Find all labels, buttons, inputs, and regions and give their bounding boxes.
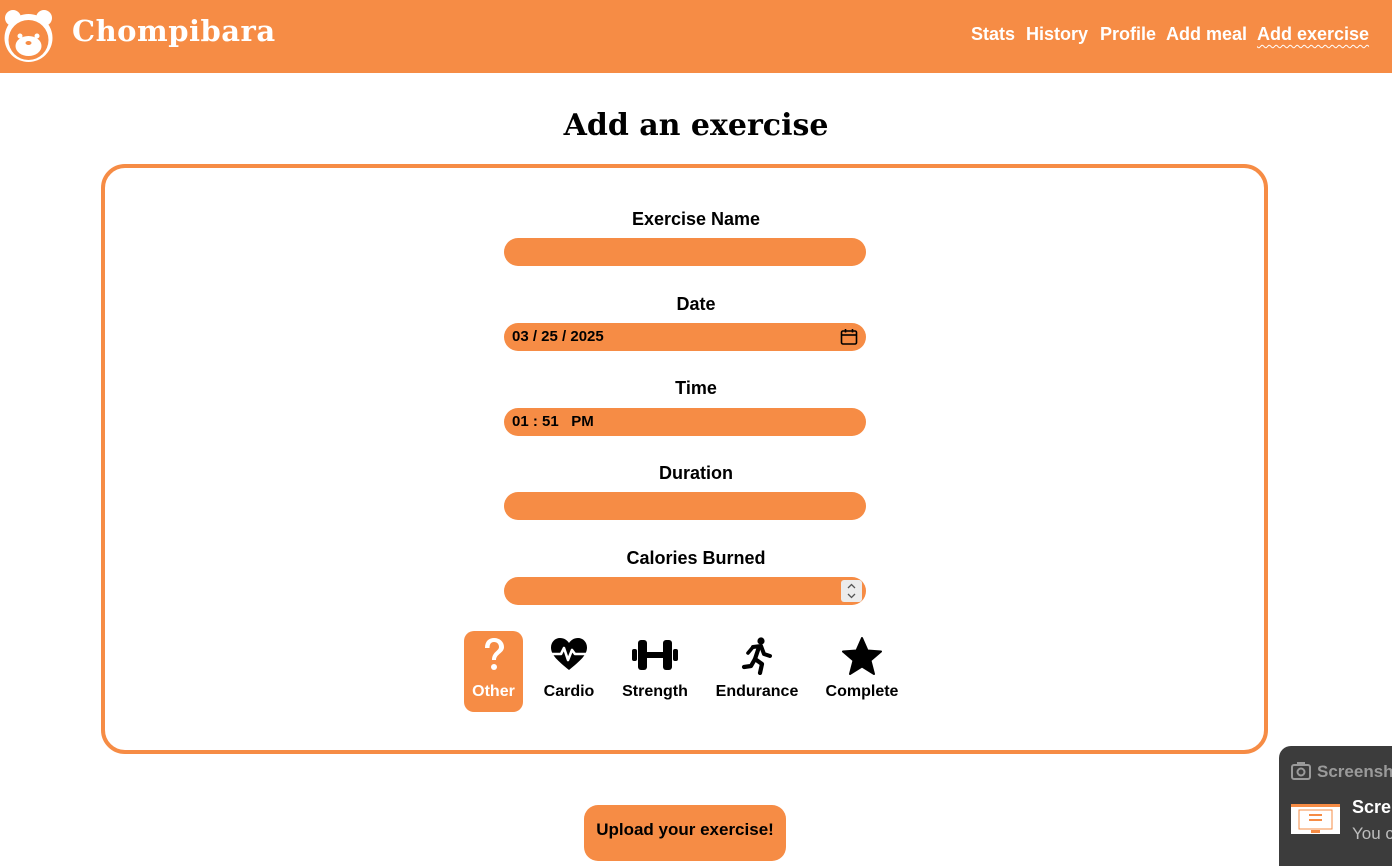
screenshot-thumbnail[interactable] — [1291, 804, 1340, 834]
running-person-icon — [741, 637, 772, 675]
calories-burned-label: Calories Burned — [626, 548, 766, 568]
toast-title: Scre — [1352, 797, 1392, 817]
star-icon — [842, 637, 882, 675]
page-title: Add an exercise — [563, 108, 829, 143]
category-label: Complete — [825, 683, 899, 700]
time-input[interactable]: 01 : 51 PM — [504, 408, 866, 436]
calories-burned-input[interactable] — [504, 577, 866, 605]
category-label: Strength — [622, 683, 688, 700]
nav-link-stats[interactable]: Stats — [971, 24, 1015, 45]
duration-input[interactable] — [504, 492, 866, 520]
screenshot-icon — [1291, 762, 1311, 780]
category-complete[interactable]: Complete — [821, 631, 903, 712]
upload-exercise-label: Upload your exercise! — [596, 820, 774, 839]
nav-link-history[interactable]: History — [1026, 24, 1088, 45]
capybara-logo-icon[interactable] — [0, 8, 57, 62]
brand-name[interactable]: Chompibara — [72, 14, 276, 48]
toast-header: Screensh — [1291, 762, 1392, 782]
screenshot-notification[interactable]: Screensh Scre You c — [1279, 746, 1392, 866]
category-label: Endurance — [715, 683, 799, 700]
dumbbell-icon — [632, 640, 678, 670]
question-mark-icon — [484, 638, 504, 670]
category-label: Cardio — [543, 683, 595, 700]
nav-link-profile[interactable]: Profile — [1100, 24, 1156, 45]
number-spinner[interactable] — [841, 580, 862, 602]
nav-link-add-meal[interactable]: Add meal — [1166, 24, 1247, 45]
navbar: Chompibara Stats History Profile Add mea… — [0, 0, 1392, 73]
category-cardio[interactable]: Cardio — [538, 631, 600, 712]
heart-pulse-icon — [551, 638, 587, 670]
thumbnail-image — [1291, 804, 1340, 833]
time-label: Time — [675, 378, 717, 398]
category-endurance[interactable]: Endurance — [712, 631, 802, 712]
exercise-name-label: Exercise Name — [631, 209, 761, 229]
date-input[interactable]: 03 / 25 / 2025 — [504, 323, 866, 351]
date-label: Date — [676, 294, 716, 314]
date-value: 03 / 25 / 2025 — [512, 328, 604, 345]
nav-link-add-exercise[interactable]: Add exercise — [1257, 24, 1369, 45]
duration-label: Duration — [659, 463, 733, 483]
category-label: Other — [472, 683, 515, 700]
upload-exercise-button[interactable]: Upload your exercise! — [584, 805, 786, 861]
spinner-arrows-icon — [847, 583, 856, 599]
exercise-name-input[interactable] — [504, 238, 866, 266]
category-strength[interactable]: Strength — [618, 631, 692, 712]
toast-body: You c — [1352, 824, 1392, 843]
toast-header-text: Screensh — [1317, 762, 1392, 781]
category-other[interactable]: Other — [464, 631, 523, 712]
calendar-icon[interactable] — [840, 328, 858, 346]
